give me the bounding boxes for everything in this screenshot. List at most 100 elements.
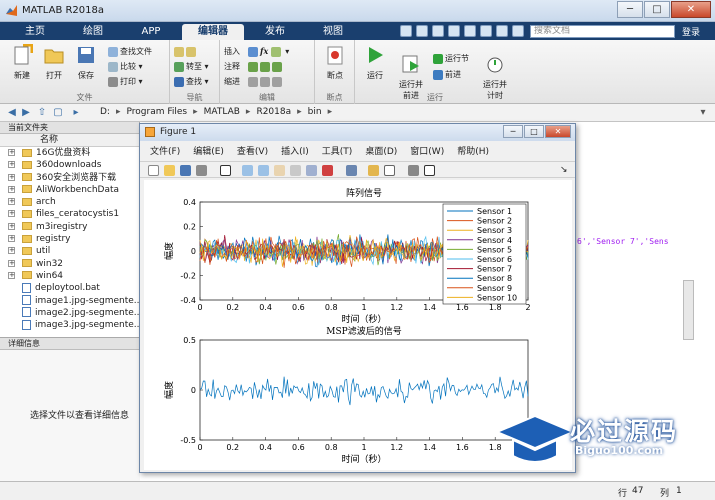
tab-publish[interactable]: 发布 [248, 24, 302, 40]
up-folder-icon[interactable]: ⇧ [36, 107, 48, 119]
open-button[interactable]: 打开 [38, 44, 70, 81]
insert-button[interactable]: 插入 [224, 45, 240, 58]
file-item[interactable]: image2.jpg-segmente... [0, 307, 142, 319]
breadcrumb-bin[interactable]: bin [308, 107, 322, 117]
data-cursor-icon[interactable] [306, 165, 317, 176]
search-docs-input[interactable]: 搜索文档 [530, 25, 675, 38]
legend-icon[interactable] [384, 165, 395, 176]
folder-item[interactable]: + win64 [0, 270, 139, 282]
folder-item[interactable]: +16G优盘资料 [0, 147, 139, 159]
expand-icon[interactable]: + [8, 149, 15, 156]
help-quick-icon[interactable] [512, 25, 524, 37]
menu-help[interactable]: 帮助(H) [457, 145, 489, 159]
pointer-icon[interactable] [220, 165, 231, 176]
redo-quick-icon[interactable] [480, 25, 492, 37]
folder-item[interactable]: + registry [0, 233, 139, 245]
pan-icon[interactable] [274, 165, 285, 176]
address-dropdown-icon[interactable]: ▾ [697, 107, 709, 119]
dock-arrow-icon[interactable]: ↘ [560, 165, 571, 176]
print-figure-icon[interactable] [196, 165, 207, 176]
new-figure-icon[interactable] [148, 165, 159, 176]
cut-quick-icon[interactable] [416, 25, 428, 37]
find-files-button[interactable]: 查找文件 [108, 45, 152, 58]
file-item[interactable]: image1.jpg-segmente... [0, 295, 142, 307]
file-item[interactable]: image3.jpg-segmente... [0, 319, 142, 331]
breadcrumb-program-files[interactable]: Program Files [127, 107, 188, 117]
breadcrumb-r2018a[interactable]: R2018a [256, 107, 291, 117]
expand-icon[interactable]: + [8, 173, 15, 181]
breadcrumb-drive[interactable]: D: [100, 107, 110, 117]
maximize-button[interactable]: □ [644, 1, 670, 18]
menu-edit[interactable]: 编辑(E) [193, 145, 224, 159]
login-button[interactable]: 登录 [682, 25, 700, 38]
figure-close-button[interactable]: ✕ [545, 125, 571, 138]
tab-editor[interactable]: 编辑器 [182, 24, 244, 40]
expand-icon[interactable]: + [8, 185, 15, 193]
expand-icon[interactable]: + [8, 271, 15, 279]
folder-item[interactable]: + m3iregistry [0, 221, 139, 233]
menu-view[interactable]: 查看(V) [237, 145, 268, 159]
expand-icon[interactable]: + [8, 259, 15, 267]
goto-button[interactable]: 转至 ▾ [174, 60, 209, 73]
tab-plots[interactable]: 绘图 [66, 24, 120, 40]
colorbar-icon[interactable] [368, 165, 379, 176]
breadcrumb-matlab[interactable]: MATLAB [204, 107, 240, 117]
expand-icon[interactable]: + [8, 210, 15, 218]
tab-home[interactable]: 主页 [8, 24, 62, 40]
editor-scrollbar[interactable] [683, 280, 694, 340]
file-item[interactable]: deploytool.bat [0, 282, 139, 294]
expand-icon[interactable]: + [8, 235, 15, 243]
go-back-forward[interactable] [174, 45, 198, 58]
figure-maximize-button[interactable]: □ [524, 125, 544, 138]
rotate-icon[interactable] [290, 165, 301, 176]
comment-button[interactable]: 注释 [224, 60, 240, 73]
run-section-button[interactable]: 运行节 [433, 52, 469, 65]
folder-item[interactable]: + arch [0, 196, 139, 208]
brush-icon[interactable] [322, 165, 333, 176]
comment-tools[interactable] [248, 60, 284, 73]
expand-icon[interactable]: + [8, 198, 15, 206]
link-plot-icon[interactable] [346, 165, 357, 176]
tab-view[interactable]: 视图 [306, 24, 360, 40]
folder-item[interactable]: + files_ceratocystis1 [0, 208, 139, 220]
menu-window[interactable]: 窗口(W) [410, 145, 444, 159]
show-plot-tools-icon[interactable] [424, 165, 435, 176]
folder-item[interactable]: + win32 [0, 258, 139, 270]
folder-item[interactable]: + AliWorkbenchData [0, 184, 139, 196]
undo-quick-icon[interactable] [464, 25, 476, 37]
figure-minimize-button[interactable]: ─ [503, 125, 523, 138]
menu-insert[interactable]: 插入(I) [281, 145, 309, 159]
close-button[interactable]: ✕ [671, 1, 711, 18]
breakpoints-button[interactable]: 断点 [319, 44, 351, 81]
zoom-out-icon[interactable] [258, 165, 269, 176]
back-arrow-icon[interactable]: ◀ [6, 107, 18, 119]
print-button[interactable]: 打印 ▾ [108, 75, 143, 88]
insert-tools[interactable]: fx ▾ [248, 45, 289, 58]
new-button[interactable]: 新建 [6, 43, 38, 81]
column-header-name[interactable]: 名称 [0, 134, 139, 147]
folder-item[interactable]: +360downloads [0, 159, 139, 171]
save-quick-icon[interactable] [400, 25, 412, 37]
menu-desktop[interactable]: 桌面(D) [365, 145, 397, 159]
expand-icon[interactable]: + [8, 247, 15, 255]
menu-file[interactable]: 文件(F) [150, 145, 180, 159]
paste-quick-icon[interactable] [448, 25, 460, 37]
indent-button[interactable]: 缩进 [224, 75, 240, 88]
indent-tools[interactable] [248, 75, 284, 88]
switch-windows-icon[interactable] [496, 25, 508, 37]
find-button[interactable]: 查找 ▾ [174, 75, 209, 88]
advance-button[interactable]: 前进 [433, 68, 461, 81]
folder-item[interactable]: +360安全浏览器下载 [0, 172, 139, 184]
open-file-icon[interactable] [164, 165, 175, 176]
save-button[interactable]: 保存 [70, 44, 102, 81]
hide-plot-tools-icon[interactable] [408, 165, 419, 176]
zoom-in-icon[interactable] [242, 165, 253, 176]
expand-icon[interactable]: + [8, 161, 15, 169]
run-button[interactable]: 运行 [359, 44, 391, 81]
browse-folder-icon[interactable]: ▢ [52, 107, 64, 119]
forward-arrow-icon[interactable]: ▶ [20, 107, 32, 119]
copy-quick-icon[interactable] [432, 25, 444, 37]
folder-item[interactable]: + util [0, 245, 139, 257]
minimize-button[interactable]: ─ [617, 1, 643, 18]
save-figure-icon[interactable] [180, 165, 191, 176]
